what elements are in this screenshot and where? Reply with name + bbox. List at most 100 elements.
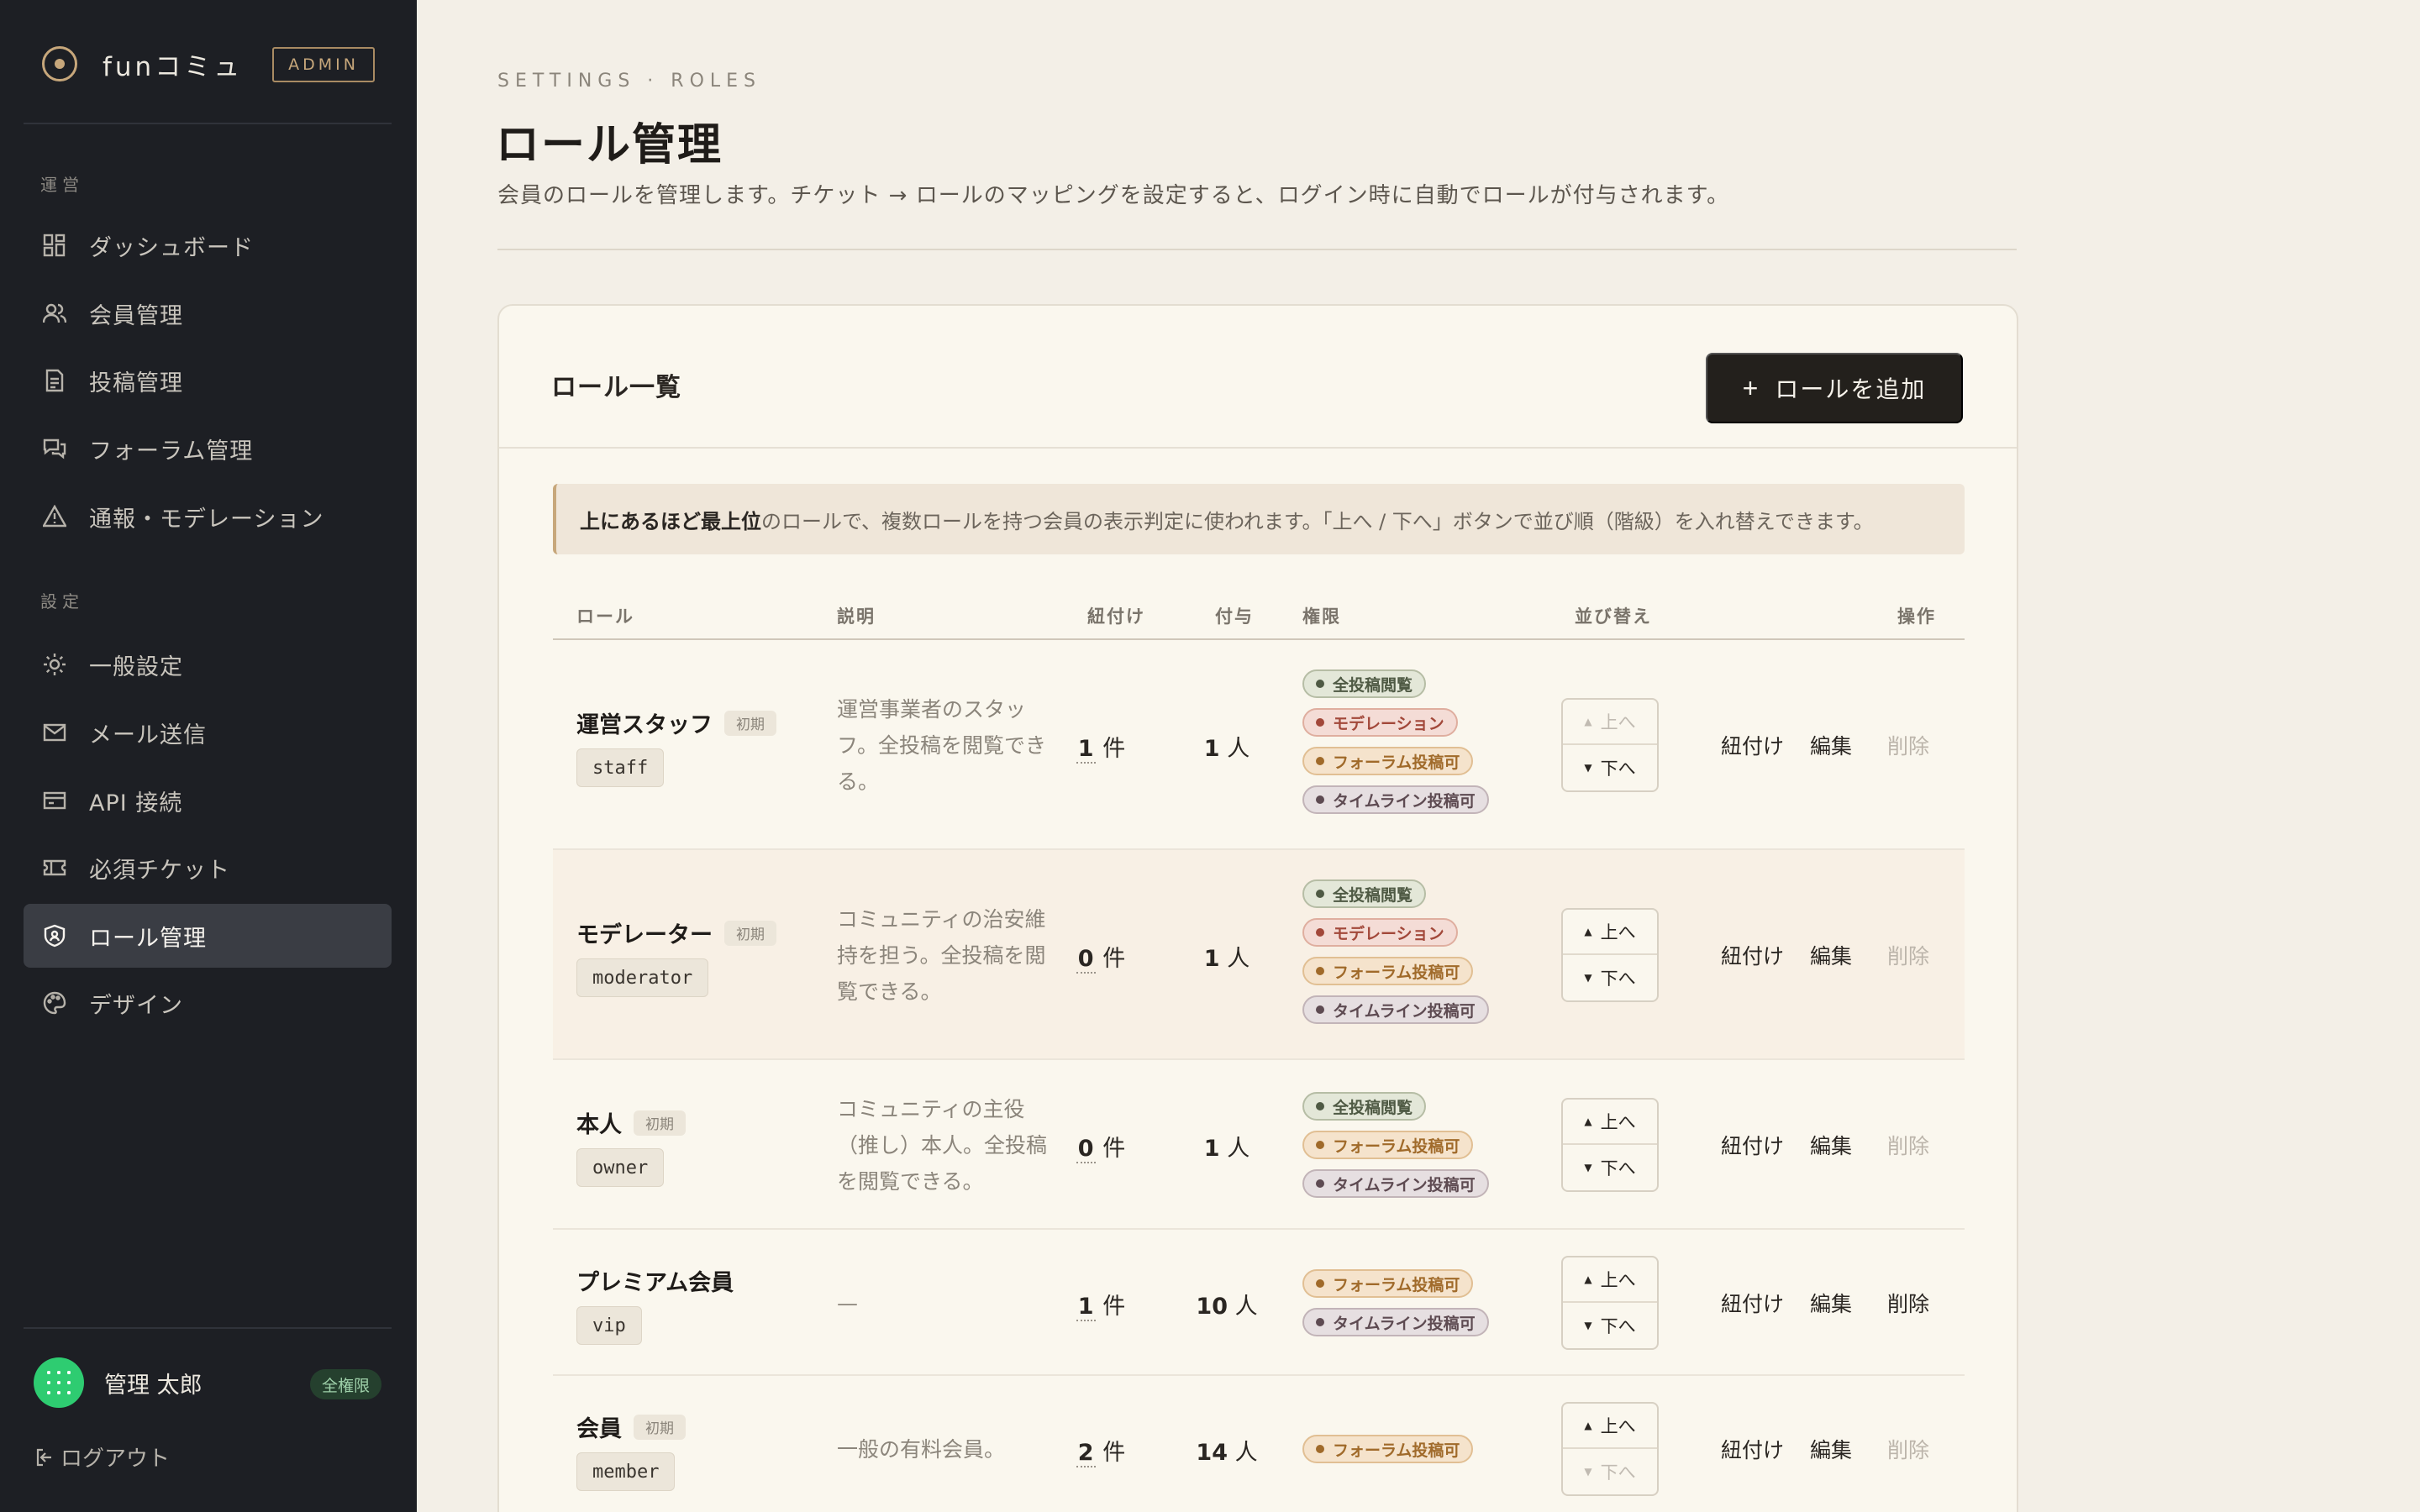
permissions: フォーラム投稿可 [1302, 1435, 1521, 1473]
mail-icon [42, 720, 67, 745]
palette-icon [42, 990, 67, 1016]
move-up-button[interactable]: ▲ 上へ [1563, 1257, 1657, 1303]
sidebar-item-general-settings[interactable]: 一般設定 [24, 633, 392, 696]
edit-button[interactable]: 編集 [1810, 1434, 1852, 1464]
plus-icon: + [1742, 372, 1760, 403]
move-down-label: 下へ [1600, 759, 1636, 779]
grant-count: 1 人 [1185, 730, 1269, 763]
sidebar-item-label: デザイン [89, 992, 183, 1019]
move-down-button[interactable]: ▼ 下へ [1563, 745, 1657, 790]
delete-button[interactable]: 削除 [1887, 730, 1929, 760]
move-up-button[interactable]: ▲ 上へ [1563, 910, 1657, 955]
link-count-value: 1 [1076, 736, 1096, 764]
permission-badge-mod: モデレーション [1302, 918, 1458, 947]
permission-line: 全投稿閲覧 [1302, 879, 1521, 918]
link-button[interactable]: 紐付け [1721, 1130, 1784, 1160]
permissions: 全投稿閲覧 モデレーション フォーラム投稿可 タイムライン投稿可 [1302, 669, 1521, 824]
link-count[interactable]: 1 件 [1067, 730, 1134, 764]
grant-count: 10 人 [1185, 1288, 1269, 1320]
link-button[interactable]: 紐付け [1721, 730, 1784, 760]
caret-down-icon: ▼ [1584, 1320, 1592, 1331]
permission-badge-tl: タイムライン投稿可 [1302, 785, 1489, 814]
sidebar-item-posts[interactable]: 投稿管理 [24, 349, 392, 412]
sidebar-item-mail[interactable]: メール送信 [24, 701, 392, 764]
permission-line: タイムライン投稿可 [1302, 785, 1521, 824]
warning-icon [42, 504, 67, 529]
move-down-button[interactable]: ▼ 下へ [1563, 1449, 1657, 1494]
caret-up-icon: ▲ [1584, 1273, 1592, 1285]
sort-control: ▲ 上へ ▼ 下へ [1561, 1098, 1659, 1192]
link-count[interactable]: 1 件 [1067, 1288, 1134, 1321]
link-count[interactable]: 0 件 [1067, 1130, 1134, 1163]
brand-name: funコミュ [103, 51, 244, 82]
role-description: コミュニティの主役（推し）本人。全投稿を閲覧できる。 [837, 1096, 1048, 1194]
sidebar-item-design[interactable]: デザイン [24, 971, 392, 1035]
permission-badge-forum: フォーラム投稿可 [1302, 957, 1474, 985]
role-key: owner [576, 1148, 665, 1187]
role-description: コミュニティの治安維持を担う。全投稿を閲覧できる。 [837, 906, 1046, 1004]
logout-link[interactable]: ログアウト [35, 1441, 170, 1473]
edit-button[interactable]: 編集 [1810, 1130, 1852, 1160]
link-button[interactable]: 紐付け [1721, 1288, 1784, 1318]
brand[interactable]: funコミュ [42, 44, 243, 84]
link-count-unit: 件 [1102, 736, 1126, 762]
sidebar-item-label: 投稿管理 [89, 370, 183, 396]
permission-badge-forum: フォーラム投稿可 [1302, 747, 1474, 775]
link-button[interactable]: 紐付け [1721, 1434, 1784, 1464]
move-down-button[interactable]: ▼ 下へ [1563, 1145, 1657, 1190]
link-count[interactable]: 2 件 [1067, 1434, 1134, 1467]
delete-button[interactable]: 削除 [1887, 940, 1929, 970]
page-title: ロール管理 [496, 120, 723, 171]
link-count-value: 1 [1076, 1294, 1096, 1321]
table-row: 会員 初期 member 一般の有料会員。 2 件 14 人 フォーラム投稿可 ▲ 上へ ▼ 下… [553, 1376, 1965, 1512]
delete-button[interactable]: 削除 [1887, 1288, 1929, 1318]
link-button[interactable]: 紐付け [1721, 940, 1784, 970]
link-count-value: 0 [1076, 946, 1096, 974]
move-down-label: 下へ [1600, 1158, 1636, 1179]
permission-line: モデレーション [1302, 918, 1521, 957]
link-count[interactable]: 0 件 [1067, 940, 1134, 974]
move-up-button[interactable]: ▲ 上へ [1563, 1404, 1657, 1449]
link-count-unit: 件 [1102, 946, 1126, 972]
gear-icon [42, 652, 67, 677]
move-up-button[interactable]: ▲ 上へ [1563, 1100, 1657, 1145]
delete-button[interactable]: 削除 [1887, 1130, 1929, 1160]
edit-button[interactable]: 編集 [1810, 730, 1852, 760]
grant-count-value: 10 [1196, 1294, 1228, 1320]
sidebar-item-dashboard[interactable]: ダッシュボード [24, 213, 392, 277]
col-desc: 説明 [837, 606, 876, 627]
user-profile[interactable]: 管理 太郎 全権限 [34, 1356, 387, 1410]
col-grants: 付与 [1215, 606, 1254, 627]
move-down-button[interactable]: ▼ 下へ [1563, 1303, 1657, 1348]
sidebar-item-forum[interactable]: フォーラム管理 [24, 417, 392, 480]
page-description: 会員のロールを管理します。チケット → ロールのマッピングを設定すると、ログイン… [497, 183, 1730, 208]
sidebar-item-tickets[interactable]: 必須チケット [24, 836, 392, 900]
move-up-button[interactable]: ▲ 上へ [1563, 700, 1657, 745]
delete-button[interactable]: 削除 [1887, 1434, 1929, 1464]
initial-tag: 初期 [634, 1110, 686, 1136]
sidebar-item-label: 必須チケット [89, 857, 230, 884]
permission-badge-view: 全投稿閲覧 [1302, 669, 1427, 698]
move-up-label: 上へ [1600, 1416, 1636, 1436]
sidebar-item-label: 通報・モデレーション [89, 506, 324, 533]
breadcrumb: SETTINGS · ROLES [497, 71, 762, 92]
sidebar-item-api[interactable]: API 接続 [24, 769, 392, 832]
add-role-button[interactable]: + ロールを追加 [1706, 353, 1963, 423]
move-down-button[interactable]: ▼ 下へ [1563, 955, 1657, 1000]
role-name-text: モデレーター [576, 922, 713, 948]
permission-badge-view: 全投稿閲覧 [1302, 879, 1427, 908]
section-label-settings: 設定 [40, 591, 84, 612]
sidebar-item-members[interactable]: 会員管理 [24, 281, 392, 345]
sidebar-item-moderation[interactable]: 通報・モデレーション [24, 485, 392, 549]
roles-card: ロール一覧 + ロールを追加 上にあるほど最上位 のロールで、複数ロールを持つ会員… [497, 304, 2018, 1512]
sidebar-item-label: 会員管理 [89, 302, 183, 329]
edit-button[interactable]: 編集 [1810, 940, 1852, 970]
role-name: 運営スタッフ 初期 [576, 706, 776, 739]
sidebar-item-label: メール送信 [89, 722, 207, 748]
sidebar-divider [24, 123, 392, 124]
role-key: vip [576, 1306, 642, 1345]
edit-button[interactable]: 編集 [1810, 1288, 1852, 1318]
sidebar-item-roles[interactable]: ロール管理 [24, 904, 392, 968]
sidebar-item-label: API 接続 [89, 790, 183, 816]
caret-up-icon: ▲ [1584, 1116, 1592, 1127]
